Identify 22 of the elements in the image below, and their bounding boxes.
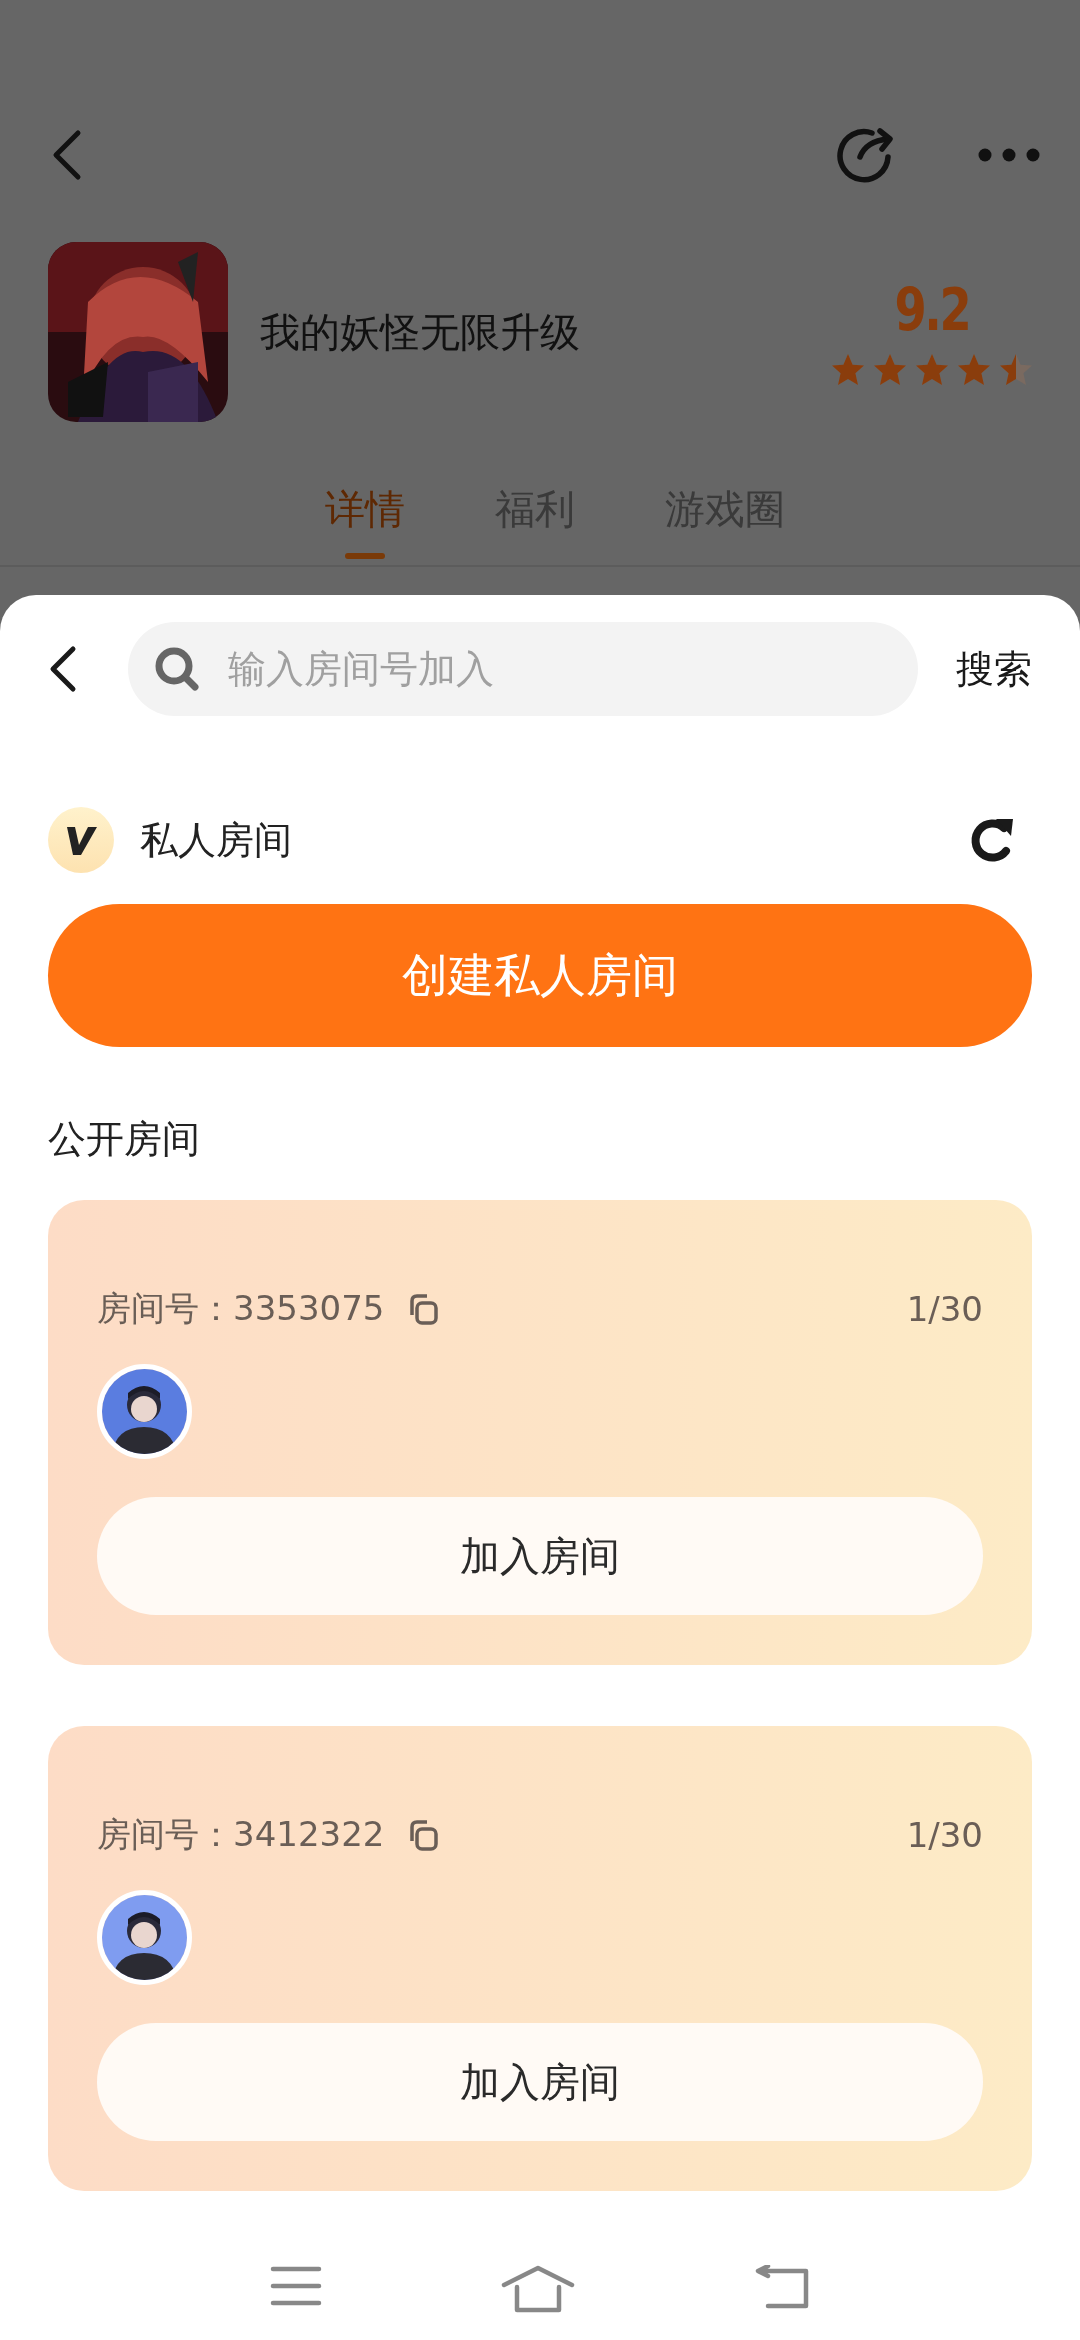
copy-icon[interactable] [408, 1819, 439, 1851]
occupancy-count: 1/30 [906, 1815, 983, 1855]
join-room-button[interactable]: 加入房间 [97, 1497, 983, 1615]
rating-score: 9.2 [894, 276, 970, 344]
menu-icon[interactable] [269, 2265, 322, 2307]
join-room-button[interactable]: 加入房间 [97, 2023, 983, 2141]
search-button[interactable]: 搜索 [956, 643, 1032, 695]
search-field[interactable]: 输入房间号加入 [128, 622, 918, 716]
search-icon [154, 646, 200, 692]
room-number: 房间号：3412322 [97, 1813, 385, 1856]
v-badge-icon [48, 807, 114, 873]
section-title: 公开房间 [48, 1116, 201, 1163]
room-number: 房间号：3353075 [97, 1287, 385, 1330]
tab[interactable]: 详情 [325, 482, 405, 565]
copy-icon[interactable] [408, 1293, 439, 1325]
back-icon[interactable] [48, 645, 78, 693]
section-title: 私人房间 [140, 816, 292, 864]
more-icon[interactable] [978, 148, 1040, 162]
occupancy-count: 1/30 [906, 1289, 983, 1329]
create-room-button[interactable]: 创建私人房间 [48, 904, 1032, 1047]
app-title: 我的妖怪无限升级 [260, 307, 581, 357]
home-icon[interactable] [501, 2265, 575, 2313]
